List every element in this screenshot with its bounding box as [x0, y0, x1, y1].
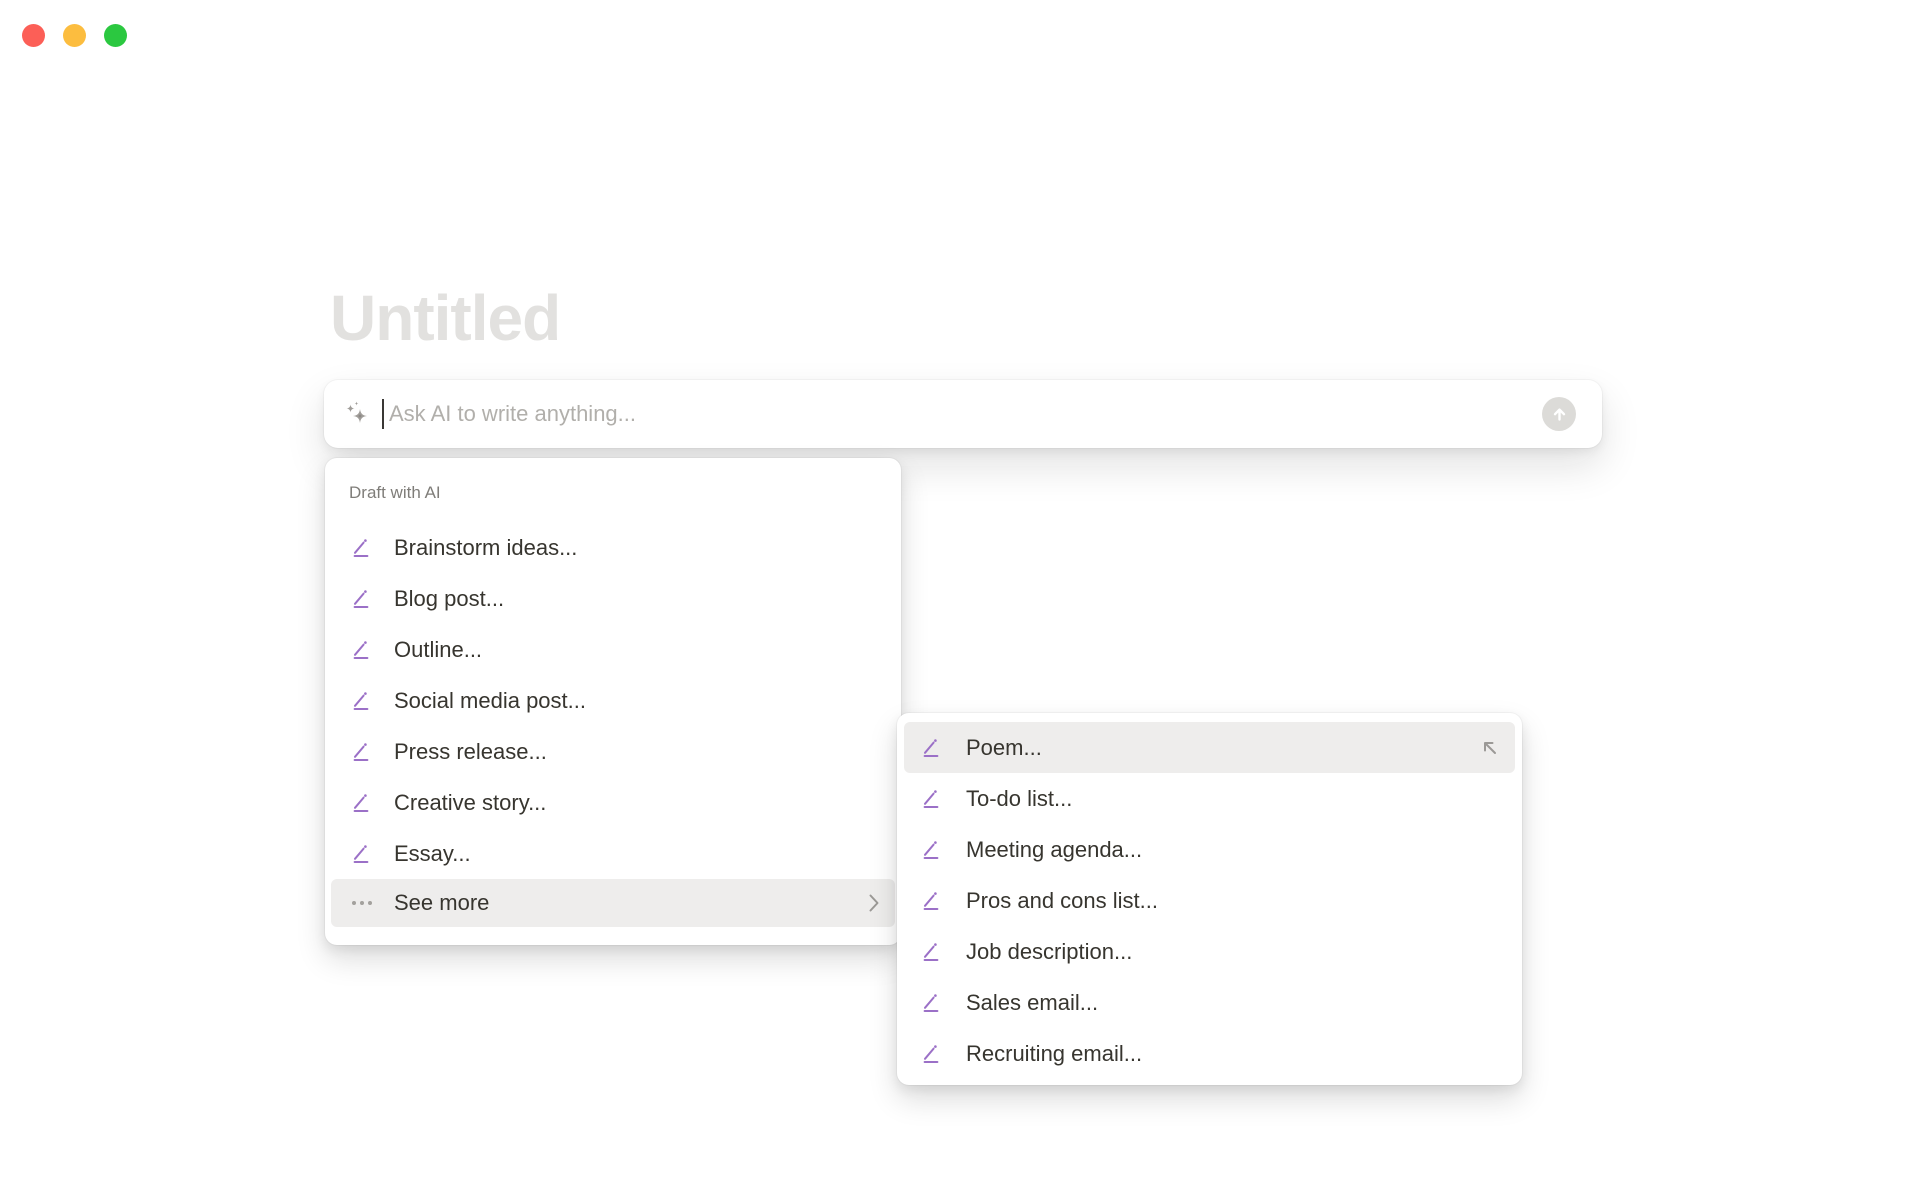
menu-item-brainstorm-ideas[interactable]: Brainstorm ideas... [331, 522, 895, 573]
ai-input-placeholder: Ask AI to write anything... [389, 401, 637, 426]
submenu-item-to-do-list[interactable]: To-do list... [904, 773, 1515, 824]
submenu-item-recruiting-email[interactable]: Recruiting email... [904, 1028, 1515, 1079]
menu-item-creative-story[interactable]: Creative story... [331, 777, 895, 828]
pencil-icon [923, 839, 939, 859]
menu-item-label: Recruiting email... [966, 1040, 1143, 1066]
pencil-icon [923, 737, 939, 757]
pencil-icon [353, 843, 369, 863]
pencil-icon [923, 992, 939, 1012]
arrow-up-icon [1553, 407, 1565, 421]
pencil-icon [353, 741, 369, 761]
menu-item-label: Essay... [394, 840, 471, 866]
menu-item-label: Meeting agenda... [966, 836, 1143, 862]
pencil-icon [353, 690, 369, 710]
pencil-icon [353, 639, 369, 659]
submenu-item-pros-and-cons-list[interactable]: Pros and cons list... [904, 875, 1515, 926]
menu-item-label: Blog post... [394, 585, 505, 611]
menu-item-label: Outline... [394, 636, 483, 662]
submenu-item-poem[interactable]: Poem... [904, 722, 1515, 773]
pencil-icon [923, 788, 939, 808]
menu-item-blog-post[interactable]: Blog post... [331, 573, 895, 624]
menu-item-label: To-do list... [966, 785, 1073, 811]
pencil-icon [353, 588, 369, 608]
menu-item-label: Job description... [966, 938, 1133, 964]
menu-item-label: Sales email... [966, 989, 1099, 1015]
menu-item-label: Poem... [966, 734, 1042, 760]
pencil-icon [923, 890, 939, 910]
sparkle-icon [346, 401, 367, 423]
ai-prompt-input[interactable]: Ask AI to write anything... [324, 380, 1602, 448]
menu-item-see-more[interactable]: See more [331, 879, 895, 927]
submenu-item-meeting-agenda[interactable]: Meeting agenda... [904, 824, 1515, 875]
minimize-window-button[interactable] [63, 24, 86, 47]
menu-item-essay[interactable]: Essay... [331, 828, 895, 879]
menu-item-social-media-post[interactable]: Social media post... [331, 675, 895, 726]
menu-header: Draft with AI [349, 483, 441, 502]
menu-item-label: Pros and cons list... [966, 887, 1158, 913]
arrow-up-left-icon [1480, 738, 1499, 757]
chevron-right-icon [869, 894, 879, 912]
window-controls [22, 24, 127, 47]
menu-item-label: Social media post... [394, 687, 586, 713]
menu-item-label: Press release... [394, 738, 547, 764]
submenu-item-job-description[interactable]: Job description... [904, 926, 1515, 977]
submenu-item-sales-email[interactable]: Sales email... [904, 977, 1515, 1028]
draft-with-ai-menu: Draft with AI Brainstorm ideas... Blog p… [325, 458, 901, 945]
menu-item-press-release[interactable]: Press release... [331, 726, 895, 777]
notion-window: Untitled Ask AI to write anything... Dra… [0, 0, 1920, 1200]
submit-prompt-button[interactable] [1542, 397, 1576, 431]
zoom-window-button[interactable] [104, 24, 127, 47]
menu-item-label: See more [394, 890, 490, 915]
pencil-icon [353, 537, 369, 557]
pencil-icon [923, 1043, 939, 1063]
menu-item-outline[interactable]: Outline... [331, 624, 895, 675]
ellipsis-icon [352, 893, 372, 913]
pencil-icon [353, 792, 369, 812]
menu-item-label: Creative story... [394, 789, 547, 815]
menu-item-label: Brainstorm ideas... [394, 534, 578, 560]
page-title[interactable]: Untitled [330, 281, 561, 355]
see-more-submenu: Poem... To-do list... Meeting agenda... … [897, 713, 1522, 1085]
text-caret [382, 399, 384, 429]
close-window-button[interactable] [22, 24, 45, 47]
pencil-icon [923, 941, 939, 961]
